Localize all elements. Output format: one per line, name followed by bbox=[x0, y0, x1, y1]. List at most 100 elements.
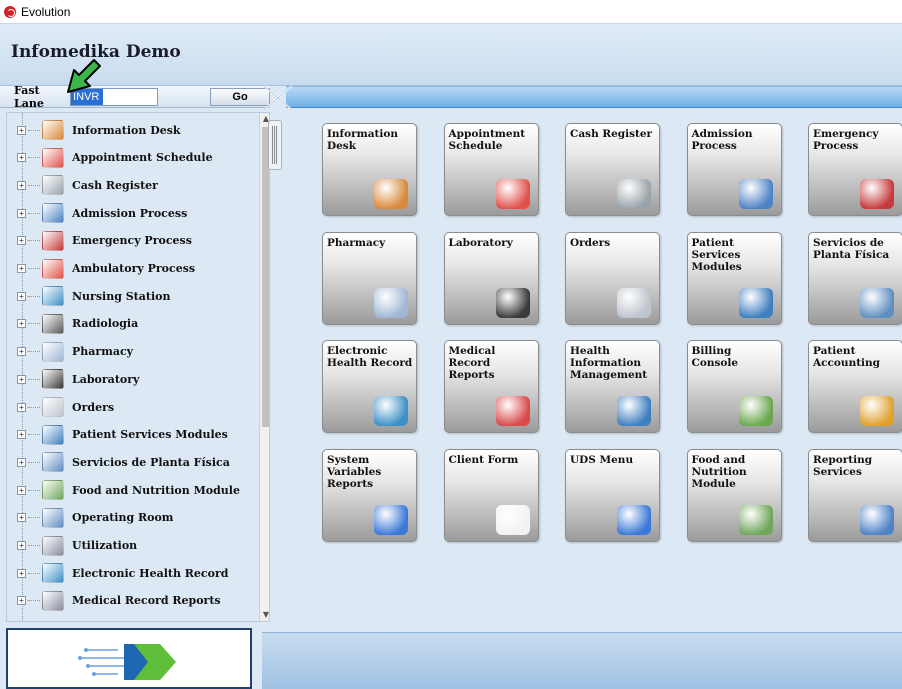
module-tile[interactable]: Emergency Process bbox=[808, 123, 902, 216]
tree-item[interactable]: + Orders bbox=[7, 393, 255, 421]
expand-icon[interactable]: + bbox=[17, 125, 26, 135]
expand-icon[interactable]: + bbox=[17, 568, 26, 578]
scroll-thumb[interactable] bbox=[262, 127, 269, 427]
module-tile[interactable]: Servicios de Planta Física bbox=[808, 231, 902, 325]
go-button[interactable]: Go bbox=[210, 87, 270, 106]
maintenance-icon bbox=[42, 507, 64, 528]
tile-label: Client Form bbox=[448, 453, 519, 466]
expand-icon[interactable]: + bbox=[17, 485, 26, 495]
tree-item[interactable]: + Electronic Health Record bbox=[7, 559, 255, 587]
divider-cross-icon bbox=[263, 85, 293, 111]
tree-item[interactable]: + Servicios de Planta Física bbox=[7, 448, 255, 476]
expand-icon[interactable]: + bbox=[17, 347, 26, 357]
document-icon bbox=[42, 397, 64, 417]
module-tile[interactable]: UDS Menu bbox=[565, 448, 660, 542]
module-tile[interactable]: Patient Accounting bbox=[808, 340, 902, 433]
tree-item[interactable]: + Laboratory bbox=[7, 365, 255, 393]
pharmacy-icon bbox=[374, 287, 408, 318]
tree-item-label: Emergency Process bbox=[72, 234, 192, 248]
module-tile[interactable]: Client Form bbox=[443, 448, 539, 542]
tile-label: Health Information Management bbox=[570, 345, 648, 381]
expand-icon[interactable]: + bbox=[17, 180, 26, 190]
tree-item[interactable]: + Appointment Schedule bbox=[7, 144, 255, 172]
tree-item-label: Orders bbox=[72, 400, 115, 414]
receptionist-icon bbox=[42, 120, 64, 140]
module-tile[interactable]: Laboratory bbox=[443, 231, 539, 325]
expand-icon[interactable]: + bbox=[17, 541, 26, 550]
tree-item[interactable]: + Utilization bbox=[7, 532, 255, 560]
tree-item-label: Electronic Health Record bbox=[72, 566, 229, 580]
tree-connector bbox=[28, 240, 40, 242]
expand-icon[interactable]: + bbox=[17, 208, 26, 218]
toolbar-band bbox=[286, 86, 902, 108]
tree-item[interactable]: + Operating Room bbox=[7, 504, 255, 532]
tree-scrollbar[interactable]: ▲ ▼ bbox=[259, 113, 269, 621]
tree-item[interactable]: + Ambulatory Process bbox=[7, 255, 255, 283]
tree-item[interactable]: + Nursing Station bbox=[7, 282, 255, 310]
module-tile[interactable]: Pharmacy bbox=[322, 231, 417, 325]
infomedika-logo-icon bbox=[78, 644, 176, 680]
cash-register-icon bbox=[42, 175, 64, 196]
tree-item[interactable]: + Emergency Process bbox=[7, 227, 255, 255]
module-tile[interactable]: Appointment Schedule bbox=[443, 123, 539, 216]
module-tile[interactable]: System Variables Reports bbox=[322, 448, 417, 542]
tree-connector bbox=[28, 434, 40, 436]
module-tile[interactable]: Orders bbox=[565, 231, 660, 325]
module-tile[interactable]: Admission Process bbox=[686, 123, 782, 216]
tree-connector bbox=[28, 323, 40, 325]
tree-item[interactable]: + Information Desk bbox=[7, 116, 255, 144]
pharmacy-icon bbox=[42, 341, 64, 362]
tree-connector bbox=[28, 351, 40, 353]
clipboard-icon bbox=[42, 590, 64, 611]
module-tile[interactable]: Health Information Management bbox=[565, 340, 660, 433]
cashier-icon bbox=[738, 396, 773, 426]
expand-icon[interactable]: + bbox=[17, 291, 26, 301]
expand-icon[interactable]: + bbox=[17, 374, 26, 384]
expand-icon[interactable]: + bbox=[17, 236, 26, 246]
scroll-down-icon[interactable]: ▼ bbox=[260, 609, 269, 621]
tree-item-label: Admission Process bbox=[72, 206, 188, 220]
tree-item[interactable]: + Admission Process bbox=[7, 199, 255, 227]
expand-icon[interactable]: + bbox=[17, 430, 26, 440]
tree-item[interactable]: + Radiologia bbox=[7, 310, 255, 338]
module-tile[interactable]: Reporting Services bbox=[808, 448, 902, 542]
tree-item-label: Cash Register bbox=[72, 178, 158, 192]
tree-item-label: Laboratory bbox=[72, 372, 140, 386]
tree-connector bbox=[28, 295, 40, 297]
tree-item-label: Servicios de Planta Física bbox=[72, 455, 230, 469]
module-tile[interactable]: Patient Services Modules bbox=[686, 231, 782, 325]
expand-icon[interactable]: + bbox=[17, 596, 26, 606]
tree-item[interactable]: + Cash Register bbox=[7, 171, 255, 199]
module-tile[interactable]: Food and Nutrition Module bbox=[686, 448, 782, 542]
tree-connector bbox=[28, 600, 40, 602]
expand-icon[interactable]: + bbox=[17, 402, 26, 412]
tile-label: Appointment Schedule bbox=[448, 128, 526, 152]
expand-icon[interactable]: + bbox=[17, 153, 26, 163]
tree-item[interactable]: + Pharmacy bbox=[7, 338, 255, 366]
module-tile[interactable]: Cash Register bbox=[565, 123, 660, 216]
tree-item-label: Operating Room bbox=[72, 511, 174, 525]
tree-item-label: Pharmacy bbox=[72, 345, 134, 359]
tree-connector bbox=[28, 184, 40, 186]
expand-icon[interactable]: + bbox=[17, 319, 26, 329]
tile-label: Cash Register bbox=[570, 128, 653, 140]
expand-icon[interactable]: + bbox=[17, 513, 26, 523]
module-tile[interactable]: Electronic Health Record bbox=[322, 340, 417, 433]
expand-icon[interactable]: + bbox=[17, 264, 26, 273]
doctor-icon bbox=[42, 424, 64, 445]
clipboard-icon bbox=[42, 535, 64, 556]
tree-item[interactable]: + Medical Record Reports bbox=[7, 587, 255, 615]
panel-splitter[interactable] bbox=[268, 120, 282, 170]
expand-icon[interactable]: + bbox=[17, 457, 26, 467]
tree-item[interactable]: + Patient Services Modules bbox=[7, 421, 255, 449]
module-tile[interactable]: Billing Console bbox=[686, 340, 782, 433]
module-tile[interactable]: Medical Record Reports bbox=[443, 340, 539, 433]
tree-connector bbox=[28, 378, 40, 380]
hospital-icon bbox=[738, 179, 773, 209]
module-tile[interactable]: Information Desk bbox=[322, 123, 417, 216]
nurse-icon bbox=[374, 396, 408, 426]
tile-label: Servicios de Planta Física bbox=[813, 236, 890, 261]
window-title: Evolution bbox=[21, 4, 71, 19]
tree-item[interactable]: + Food and Nutrition Module bbox=[7, 476, 255, 504]
checklist-icon bbox=[495, 504, 530, 535]
